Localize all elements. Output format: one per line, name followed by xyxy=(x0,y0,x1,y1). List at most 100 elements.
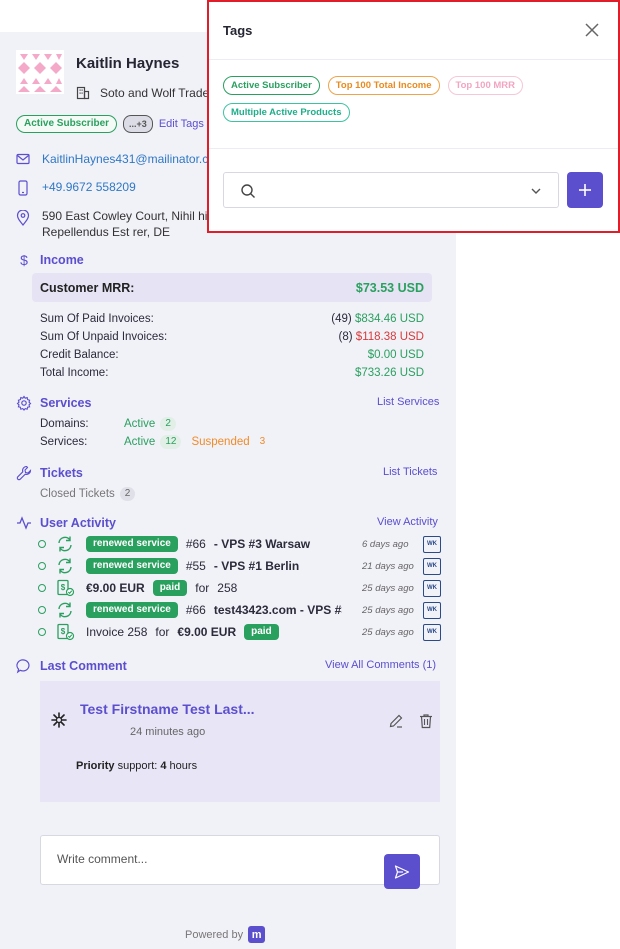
close-icon[interactable] xyxy=(584,22,600,38)
dollar-icon: $ xyxy=(20,252,28,268)
edit-icon[interactable] xyxy=(388,713,404,729)
more-tags-badge[interactable]: ...+3 xyxy=(123,115,153,133)
income-label: Credit Balance: xyxy=(40,349,119,361)
comment-author[interactable]: Test Firstname Test Last... xyxy=(80,701,255,717)
speech-bubble-icon xyxy=(16,659,30,674)
tags-list: Active Subscriber Top 100 Total Income T… xyxy=(223,76,603,122)
closed-tickets-label: Closed Tickets xyxy=(40,488,115,500)
activity-title: User Activity xyxy=(40,516,116,530)
comment-header: Last Comment xyxy=(16,658,127,674)
svg-text:$: $ xyxy=(61,583,66,592)
wk-icon[interactable]: WK xyxy=(423,601,441,619)
wk-icon[interactable]: WK xyxy=(423,535,441,553)
edit-tags-link[interactable]: Edit Tags xyxy=(159,118,204,130)
for-label: for xyxy=(155,625,170,639)
comment-body-text: support: xyxy=(114,760,161,772)
search-icon xyxy=(241,184,255,198)
income-row-paid: Sum Of Paid Invoices: (49) $834.46 USD xyxy=(40,313,424,325)
phone-row: +49.9672 558209 xyxy=(16,180,136,196)
customer-mrr-box: Customer MRR: $73.53 USD xyxy=(32,273,432,302)
services-label: Services: xyxy=(40,436,88,448)
domains-active-count: 2 xyxy=(160,417,176,431)
domains-label: Domains: xyxy=(40,418,89,430)
phone-link[interactable]: +49.9672 558209 xyxy=(42,180,136,194)
mrr-label: Customer MRR: xyxy=(40,280,135,295)
services-active-label[interactable]: Active xyxy=(124,436,155,448)
tags-popup-title: Tags xyxy=(223,23,253,38)
renew-icon xyxy=(58,602,72,618)
trash-icon[interactable] xyxy=(418,713,434,729)
mail-icon xyxy=(16,153,30,165)
tag-chip[interactable]: Multiple Active Products xyxy=(223,103,350,122)
for-label: for xyxy=(195,581,210,595)
brand-logo[interactable]: m xyxy=(248,926,266,943)
domains-active-label[interactable]: Active xyxy=(124,418,155,430)
invoice-label[interactable]: Invoice 258 xyxy=(86,625,147,639)
activity-time: 25 days ago xyxy=(362,626,414,638)
income-value: $0.00 USD xyxy=(367,349,424,361)
income-label: Sum Of Unpaid Invoices: xyxy=(40,331,168,343)
address-line-2: Repellendus Est rer, DE xyxy=(42,225,171,239)
activity-item: renewed service #55 - VPS #1 Berlin 21 d… xyxy=(38,557,442,575)
tag-search-select[interactable] xyxy=(223,172,559,208)
tags-popup-header: Tags xyxy=(209,2,618,60)
tag-chip[interactable]: Top 100 Total Income xyxy=(327,76,440,95)
renew-icon xyxy=(58,558,72,574)
building-icon xyxy=(76,86,90,100)
wk-icon[interactable]: WK xyxy=(423,623,441,641)
wk-icon[interactable]: WK xyxy=(423,557,441,575)
income-row-total: Total Income: $733.26 USD xyxy=(40,367,424,379)
comment-card: Test Firstname Test Last... 24 minutes a… xyxy=(40,681,440,802)
company-name: Soto and Wolf Trade xyxy=(100,86,210,100)
gear-icon xyxy=(16,395,32,411)
author-avatar-icon xyxy=(51,712,67,728)
service-name[interactable]: test43423.com - VPS #3 xyxy=(214,603,342,617)
comment-input[interactable] xyxy=(57,852,357,866)
status-dot xyxy=(38,628,46,636)
services-title: Services xyxy=(40,396,92,410)
income-row-unpaid: Sum Of Unpaid Invoices: (8) $118.38 USD xyxy=(40,331,424,343)
send-comment-button[interactable] xyxy=(384,854,420,889)
wk-icon[interactable]: WK xyxy=(423,579,441,597)
services-suspended-label[interactable]: Suspended xyxy=(191,436,249,448)
address-line-1: 590 East Cowley Court, Nihil hic xyxy=(42,209,214,223)
service-name[interactable]: - VPS #1 Berlin xyxy=(214,559,299,573)
list-services-link[interactable]: List Services xyxy=(377,396,439,408)
tag-chip[interactable]: Top 100 MRR xyxy=(447,76,523,95)
tag-chip[interactable]: Active Subscriber xyxy=(223,76,320,95)
powered-by-label: Powered by xyxy=(185,928,244,941)
service-number[interactable]: #66 xyxy=(186,603,206,617)
list-tickets-link[interactable]: List Tickets xyxy=(383,466,437,478)
renewed-service-badge: renewed service xyxy=(86,602,178,618)
domains-row: Domains: Active 2 xyxy=(40,417,176,431)
service-name[interactable]: - VPS #3 Warsaw xyxy=(214,537,310,551)
chevron-down-icon xyxy=(531,188,541,194)
activity-item: $ €9.00 EUR paid for 258 25 days ago WK xyxy=(38,579,442,597)
activity-item: renewed service #66 test43423.com - VPS … xyxy=(38,601,442,619)
income-row-credit: Credit Balance: $0.00 USD xyxy=(40,349,424,361)
comment-body-text-2: hours xyxy=(166,760,198,772)
income-header: $ Income xyxy=(16,252,84,268)
payment-amount: €9.00 EUR xyxy=(86,581,145,595)
service-number[interactable]: #55 xyxy=(186,559,206,573)
send-icon xyxy=(394,864,410,879)
status-dot xyxy=(38,562,46,570)
client-tags-row: Active Subscriber ...+3 Edit Tags xyxy=(16,115,204,133)
mrr-value: $73.53 USD xyxy=(355,280,424,295)
email-link[interactable]: KaitlinHaynes431@mailinator.c xyxy=(42,152,208,166)
add-tag-button[interactable] xyxy=(567,172,603,208)
comment-body-bold: Priority xyxy=(76,760,115,772)
invoice-number[interactable]: 258 xyxy=(217,581,237,595)
tag-active-subscriber[interactable]: Active Subscriber xyxy=(16,115,118,133)
view-all-comments-link[interactable]: View All Comments (1) xyxy=(325,659,436,671)
income-value: $118.38 USD xyxy=(355,331,424,343)
wrench-icon xyxy=(16,465,32,481)
status-dot xyxy=(38,584,46,592)
closed-tickets-row: Closed Tickets 2 xyxy=(40,487,136,501)
activity-time: 21 days ago xyxy=(362,560,414,572)
view-activity-link[interactable]: View Activity xyxy=(377,516,438,528)
avatar xyxy=(16,50,64,94)
service-number[interactable]: #66 xyxy=(186,537,206,551)
services-row: Services: Active 12 Suspended 3 xyxy=(40,435,270,449)
income-count: (8) xyxy=(338,331,353,343)
